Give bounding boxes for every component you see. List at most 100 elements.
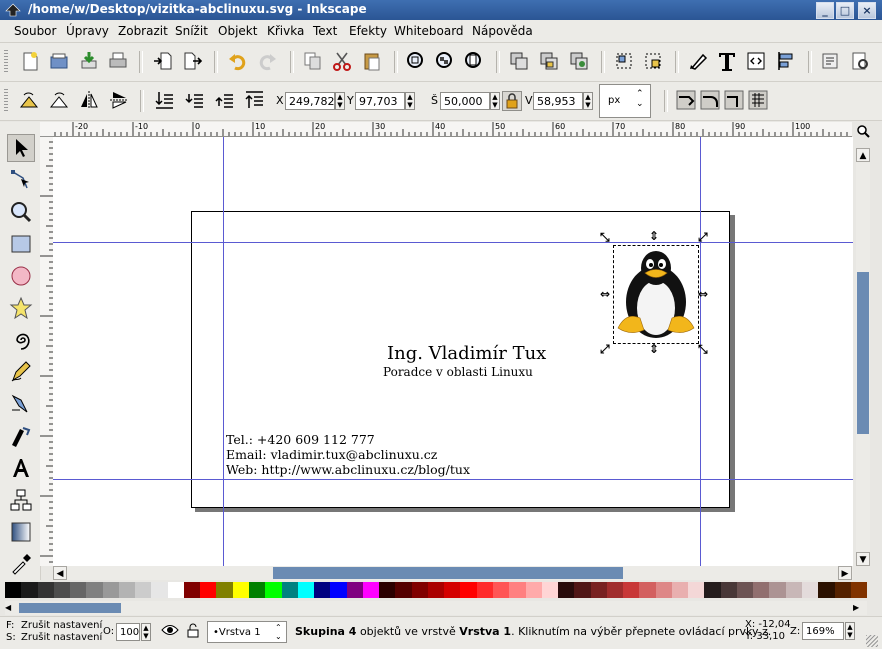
zoom-page-icon[interactable] [462, 49, 486, 73]
fill-indicator[interactable]: Zrušit nastavení [21, 620, 102, 631]
gradient-tool-icon[interactable] [7, 518, 35, 546]
transform-gradients-icon[interactable] [722, 88, 746, 112]
opacity-spinner[interactable]: ▲ ▼ [141, 623, 151, 641]
x-field[interactable]: 249,782 [285, 92, 335, 110]
width-field[interactable]: 50,000 [440, 92, 490, 110]
palette-swatch[interactable] [200, 582, 217, 598]
text-tool-icon[interactable] [7, 454, 35, 482]
star-tool-icon[interactable] [7, 294, 35, 322]
text-font-icon[interactable] [715, 49, 739, 73]
unit-select[interactable]: px ⌃ ⌄ [599, 84, 651, 118]
menu-snizit[interactable]: Snížit [175, 24, 208, 38]
menu-whiteboard[interactable]: Whiteboard [394, 24, 464, 38]
palette-swatch[interactable] [574, 582, 591, 598]
vertical-scrollbar[interactable]: ▲ ▼ [856, 148, 870, 566]
new-document-icon[interactable] [18, 49, 42, 73]
export-document-icon[interactable] [180, 49, 204, 73]
copy-icon[interactable] [301, 49, 325, 73]
palette-swatch[interactable] [86, 582, 103, 598]
ellipse-tool-icon[interactable] [7, 262, 35, 290]
palette-swatch[interactable] [704, 582, 721, 598]
scale-stroke-icon[interactable] [674, 88, 698, 112]
y-spinner[interactable]: ▲ ▼ [405, 92, 415, 110]
zoom-tool-icon[interactable] [7, 198, 35, 226]
palette-swatch[interactable] [444, 582, 461, 598]
scroll-down-icon[interactable]: ▼ [856, 552, 870, 566]
pencil-tool-icon[interactable] [7, 358, 35, 386]
menu-soubor[interactable]: Soubor [14, 24, 56, 38]
palette-swatch[interactable] [102, 582, 119, 598]
palette-swatch[interactable] [688, 582, 705, 598]
zoom-spinner[interactable]: ▲ ▼ [845, 622, 855, 640]
palette-swatch[interactable] [411, 582, 428, 598]
palette-swatch[interactable] [183, 582, 201, 598]
palette-swatch[interactable] [379, 582, 396, 598]
palette-swatch[interactable] [769, 582, 786, 598]
rectangle-tool-icon[interactable] [7, 230, 35, 258]
zoom-corner-icon[interactable] [856, 124, 870, 138]
palette-swatch[interactable] [623, 582, 640, 598]
undo-icon[interactable] [226, 49, 250, 73]
palette-swatch[interactable] [785, 582, 803, 598]
palette-scroll-thumb[interactable] [19, 603, 121, 613]
scale-handle-ne[interactable]: ⤢ [698, 231, 708, 243]
lower-icon[interactable] [182, 88, 206, 112]
card-email[interactable]: Email: vladimir.tux@abclinuxu.cz [226, 447, 437, 462]
rotate-cw-icon[interactable] [47, 88, 71, 112]
open-file-icon[interactable] [47, 49, 71, 73]
palette-swatch[interactable] [53, 582, 71, 598]
calligraphy-tool-icon[interactable] [7, 422, 35, 450]
palette-scrollbar[interactable]: ◀ ▶ [5, 601, 867, 615]
menu-efekty[interactable]: Efekty [349, 24, 387, 38]
height-field[interactable]: 58,953 [533, 92, 583, 110]
lock-ratio-button[interactable] [502, 91, 522, 111]
close-button[interactable]: × [858, 2, 876, 19]
card-role[interactable]: Poradce v oblasti Linuxu [383, 365, 533, 379]
align-distribute-icon[interactable] [774, 49, 798, 73]
node-tool-icon[interactable] [7, 166, 35, 194]
palette-swatch[interactable] [558, 582, 575, 598]
connector-tool-icon[interactable] [7, 486, 35, 514]
palette-swatch[interactable] [5, 582, 22, 598]
palette-swatch[interactable] [151, 582, 168, 598]
card-phone[interactable]: Tel.: +420 609 112 777 [226, 432, 375, 447]
minimize-button[interactable]: _ [816, 2, 834, 19]
scale-handle-e[interactable]: ⇔ [698, 288, 708, 300]
scale-handle-nw[interactable]: ⤡ [600, 231, 610, 243]
palette-swatch[interactable] [753, 582, 770, 598]
palette-swatch[interactable] [297, 582, 315, 598]
card-web[interactable]: Web: http://www.abclinuxu.cz/blog/tux [226, 462, 470, 477]
scale-corners-icon[interactable] [698, 88, 722, 112]
ungroup-icon[interactable] [641, 49, 665, 73]
drawing-canvas[interactable]: Ing. Vladimír Tux Poradce v oblasti Linu… [53, 137, 853, 566]
transform-patterns-icon[interactable] [746, 88, 770, 112]
maximize-button[interactable]: □ [836, 2, 854, 19]
redo-icon[interactable] [255, 49, 279, 73]
resize-grip[interactable] [866, 635, 878, 647]
opacity-field[interactable]: 100 [116, 623, 140, 641]
palette-swatch[interactable] [314, 582, 331, 598]
palette-swatch[interactable] [248, 582, 266, 598]
selector-tool-icon[interactable] [7, 134, 35, 162]
guide-horizontal[interactable] [53, 479, 853, 480]
palette-swatch[interactable] [216, 582, 233, 598]
palette-swatch[interactable] [281, 582, 298, 598]
palette-swatch[interactable] [541, 582, 559, 598]
eye-icon[interactable] [161, 623, 179, 637]
menu-upravy[interactable]: Úpravy [66, 24, 109, 38]
rotate-ccw-icon[interactable] [17, 88, 41, 112]
dropper-tool-icon[interactable] [7, 550, 35, 578]
scroll-thumb[interactable] [857, 272, 869, 434]
scroll-right-icon[interactable]: ▶ [838, 566, 852, 580]
scroll-left-icon[interactable]: ◀ [53, 566, 67, 580]
clone-icon[interactable] [537, 49, 561, 73]
cut-icon[interactable] [330, 49, 354, 73]
lock-layer-icon[interactable] [186, 622, 200, 638]
palette-swatch[interactable] [330, 582, 347, 598]
palette-swatch[interactable] [395, 582, 412, 598]
zoom-field[interactable]: 169% [802, 622, 844, 640]
menu-zobrazit[interactable]: Zobrazit [118, 24, 168, 38]
scale-handle-n[interactable]: ⇕ [649, 230, 659, 242]
zoom-drawing-icon[interactable] [433, 49, 457, 73]
x-spinner[interactable]: ▲ ▼ [335, 92, 345, 110]
